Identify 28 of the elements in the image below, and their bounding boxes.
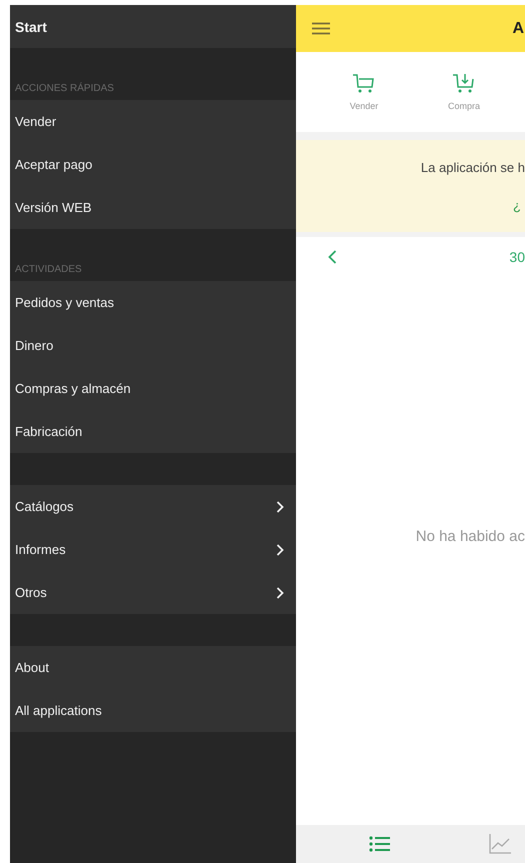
chevron-right-icon — [276, 500, 284, 512]
drawer-item[interactable]: Pedidos y ventas — [10, 281, 296, 324]
chevron-left-icon[interactable] — [328, 250, 337, 264]
chevron-right-icon — [276, 544, 284, 556]
drawer-item[interactable]: Informes — [10, 528, 296, 571]
chevron-right-icon — [276, 586, 284, 598]
drawer-item[interactable]: Otros — [10, 571, 296, 614]
drawer-item[interactable]: Start — [10, 5, 296, 48]
list-icon[interactable] — [369, 835, 391, 853]
drawer-item[interactable]: Aceptar pago — [10, 143, 296, 186]
drawer-item[interactable]: Vender — [10, 100, 296, 143]
section-label: ACCIONES RÁPIDAS — [15, 83, 114, 94]
section-label: ACTIVIDADES — [15, 264, 82, 275]
drawer-item[interactable]: Versión WEB — [10, 186, 296, 229]
notice-text: La aplicación se h — [420, 160, 525, 174]
app-title: A — [512, 20, 525, 38]
drawer-item[interactable]: Fabricación — [10, 410, 296, 453]
drawer-item[interactable]: Catálogos — [10, 485, 296, 528]
menu-icon[interactable] — [312, 22, 330, 35]
drawer-item[interactable]: Dinero — [10, 324, 296, 367]
date-label: 30 — [509, 249, 525, 265]
drawer-item[interactable]: About — [10, 646, 296, 689]
empty-message: No ha habido ac — [416, 528, 525, 544]
line-chart-icon[interactable] — [489, 834, 511, 854]
drawer-item[interactable]: All applications — [10, 689, 296, 732]
drawer-item[interactable]: Compras y almacén — [10, 367, 296, 410]
cart-icon — [352, 73, 376, 95]
cart-arrow-icon — [452, 73, 476, 95]
